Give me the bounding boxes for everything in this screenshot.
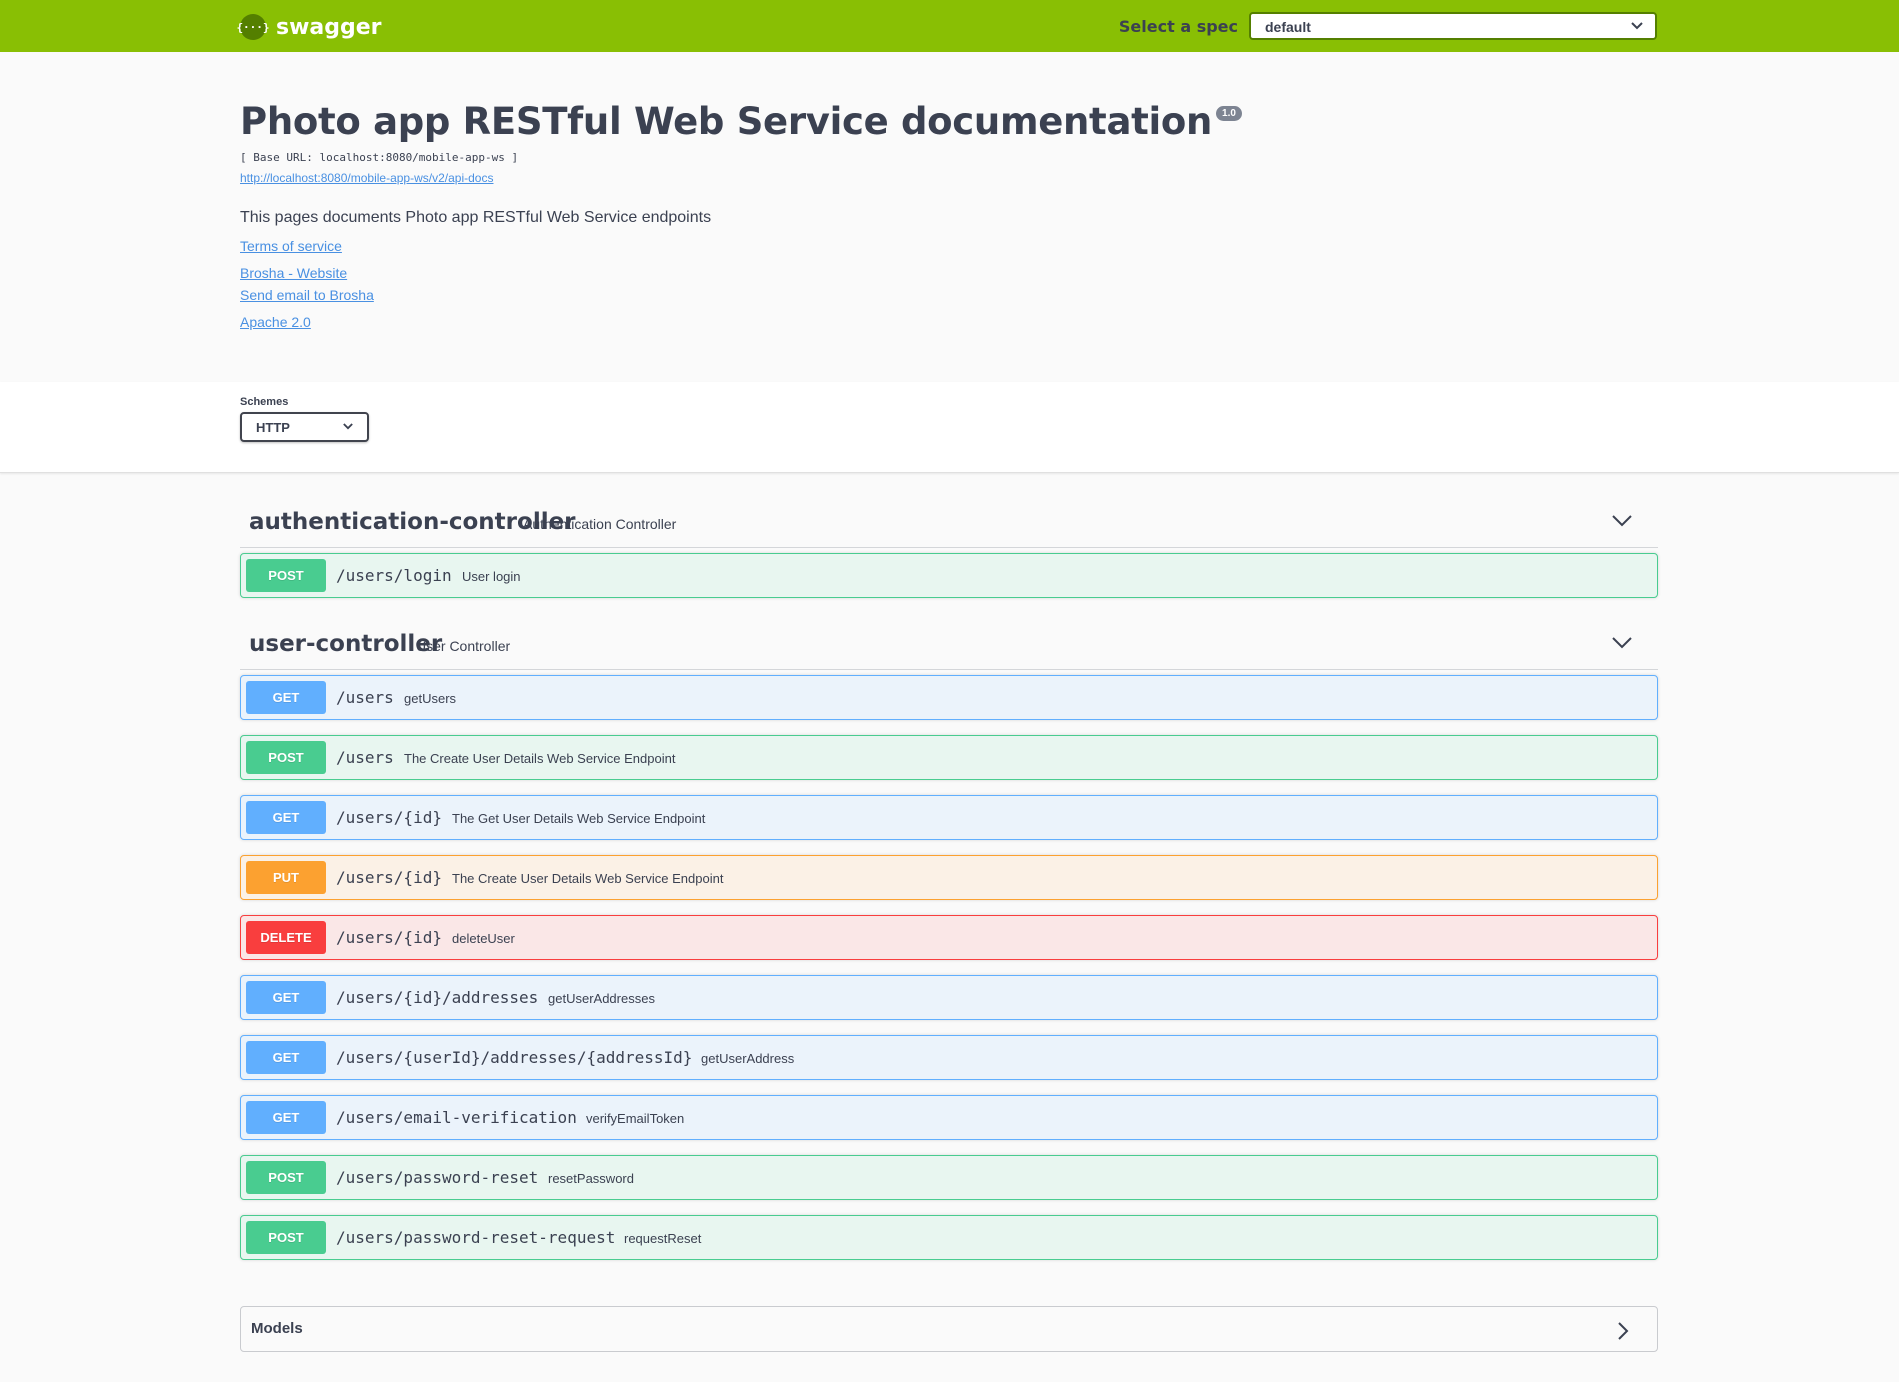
api-docs-link[interactable]: http://localhost:8080/mobile-app-ws/v2/a…: [240, 171, 493, 185]
operation-summary: getUserAddresses: [548, 991, 655, 1006]
website-link[interactable]: Brosha - Website: [240, 265, 347, 281]
tag-name: user-controller: [249, 631, 443, 657]
operation-get-user-addresses[interactable]: GET /users/{id}/addresses getUserAddress…: [240, 975, 1658, 1020]
method-badge: POST: [246, 1161, 326, 1194]
operation-summary: verifyEmailToken: [586, 1111, 685, 1126]
method-badge: POST: [246, 559, 326, 592]
page-title: Photo app RESTful Web Service documentat…: [240, 100, 1242, 143]
version-badge: 1.0: [1216, 106, 1242, 121]
operation-get-user-by-id[interactable]: GET /users/{id} The Get User Details Web…: [240, 795, 1658, 840]
method-badge: GET: [246, 981, 326, 1014]
operation-delete-user-by-id[interactable]: DELETE /users/{id} deleteUser: [240, 915, 1658, 960]
operation-summary: The Create User Details Web Service Endp…: [404, 751, 676, 766]
method-badge: POST: [246, 741, 326, 774]
tag-description: Authentication Controller: [523, 516, 677, 532]
api-description: This pages documents Photo app RESTful W…: [240, 209, 712, 226]
method-badge: GET: [246, 1101, 326, 1134]
spec-select-value: default: [1265, 19, 1311, 35]
api-title: Photo app RESTful Web Service documentat…: [240, 100, 1213, 143]
method-badge: GET: [246, 681, 326, 714]
operation-summary: The Get User Details Web Service Endpoin…: [452, 811, 706, 826]
method-badge: GET: [246, 801, 326, 834]
operation-path: /users/{userId}/addresses/{addressId}: [336, 1048, 693, 1067]
chevron-down-icon[interactable]: [1612, 515, 1632, 527]
operation-post-users-login[interactable]: POST /users/login User login: [240, 553, 1658, 598]
swagger-logo[interactable]: {···} swagger: [236, 14, 382, 40]
models-section[interactable]: Models: [240, 1306, 1658, 1352]
operation-path: /users/login: [336, 566, 452, 585]
operation-summary: resetPassword: [548, 1171, 634, 1186]
tag-user-controller[interactable]: user-controller User Controller: [240, 619, 1658, 670]
method-badge: POST: [246, 1221, 326, 1254]
info-header: Photo app RESTful Web Service documentat…: [240, 100, 1242, 143]
operation-path: /users: [336, 748, 394, 767]
operation-post-password-reset-request[interactable]: POST /users/password-reset-request reque…: [240, 1215, 1658, 1260]
operation-put-user-by-id[interactable]: PUT /users/{id} The Create User Details …: [240, 855, 1658, 900]
operation-path: /users/{id}: [336, 868, 442, 887]
operation-get-email-verification[interactable]: GET /users/email-verification verifyEmai…: [240, 1095, 1658, 1140]
operation-path: /users/password-reset-request: [336, 1228, 616, 1247]
base-url: [ Base URL: localhost:8080/mobile-app-ws…: [240, 151, 519, 164]
terms-of-service-link[interactable]: Terms of service: [240, 238, 342, 254]
operation-path: /users/{id}/addresses: [336, 988, 539, 1007]
operation-summary: getUserAddress: [701, 1051, 795, 1066]
operation-path: /users/email-verification: [336, 1108, 577, 1127]
swagger-logo-icon: {···}: [236, 14, 270, 40]
chevron-right-icon: [1618, 1322, 1629, 1340]
operation-path: /users: [336, 688, 394, 707]
chevron-down-icon: [343, 423, 353, 430]
operation-path: /users/{id}: [336, 928, 442, 947]
email-link[interactable]: Send email to Brosha: [240, 287, 374, 303]
license-link[interactable]: Apache 2.0: [240, 314, 311, 330]
operation-post-password-reset[interactable]: POST /users/password-reset resetPassword: [240, 1155, 1658, 1200]
operation-summary: requestReset: [624, 1231, 702, 1246]
select-spec-label: Select a spec: [1118, 17, 1238, 36]
operation-summary: deleteUser: [452, 931, 515, 946]
operation-path: /users/password-reset: [336, 1168, 539, 1187]
method-badge: GET: [246, 1041, 326, 1074]
topbar: {···} swagger Select a spec default: [0, 0, 1899, 52]
tag-description: User Controller: [416, 638, 511, 654]
method-badge: DELETE: [246, 921, 326, 954]
operation-summary: getUsers: [404, 691, 457, 706]
tag-authentication-controller[interactable]: authentication-controller Authentication…: [240, 497, 1658, 548]
operation-get-users[interactable]: GET /users getUsers: [240, 675, 1658, 720]
operation-post-users[interactable]: POST /users The Create User Details Web …: [240, 735, 1658, 780]
spec-select[interactable]: default: [1249, 12, 1657, 40]
chevron-down-icon[interactable]: [1612, 637, 1632, 649]
models-title: Models: [251, 1320, 303, 1337]
method-badge: PUT: [246, 861, 326, 894]
chevron-down-icon: [1631, 22, 1643, 30]
schemes-label: Schemes: [240, 396, 289, 408]
operation-summary: User login: [462, 569, 521, 584]
operation-path: /users/{id}: [336, 808, 442, 827]
logo-text: swagger: [276, 14, 382, 40]
schemes-select-value: HTTP: [256, 420, 290, 435]
schemes-select[interactable]: HTTP: [240, 412, 369, 442]
operation-summary: The Create User Details Web Service Endp…: [452, 871, 724, 886]
operation-get-user-address[interactable]: GET /users/{userId}/addresses/{addressId…: [240, 1035, 1658, 1080]
